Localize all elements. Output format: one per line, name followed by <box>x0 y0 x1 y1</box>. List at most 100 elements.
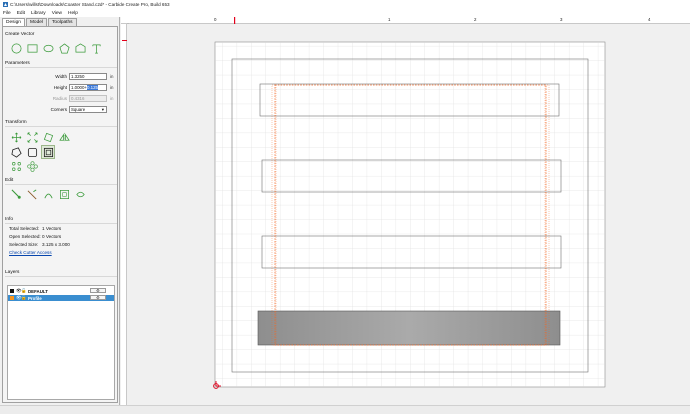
app-icon <box>3 2 8 7</box>
info-open-selected: Open Selected: 0 Vectors <box>9 234 61 239</box>
transform-tools-row-1 <box>9 130 73 144</box>
layer-color-swatch[interactable] <box>10 289 14 293</box>
panel-tabs: Design Model Toolpaths <box>2 18 78 26</box>
workspace-svg <box>122 17 606 389</box>
node-edit-icon <box>10 146 22 158</box>
menu-library[interactable]: Library <box>31 11 46 16</box>
info-value: 0 Vectors <box>42 234 62 239</box>
ellipse-icon <box>43 44 53 52</box>
boolean-icon <box>75 191 85 197</box>
menu-view[interactable]: View <box>52 11 62 16</box>
node-tool[interactable] <box>9 187 23 201</box>
transform-tools-row-3 <box>9 159 41 173</box>
width-unit: in <box>110 73 114 79</box>
status-bar <box>0 405 690 414</box>
divider <box>5 223 117 224</box>
chevron-down-icon: ▾ <box>101 106 104 112</box>
menu-bar: File Edit Library View Help <box>0 9 690 17</box>
layer-row-profile[interactable]: 👁 🔓 Profile ⚙ <box>8 295 114 301</box>
width-label: Width <box>55 73 67 79</box>
join-tool[interactable] <box>41 187 55 201</box>
rotate-tool[interactable] <box>41 130 55 144</box>
polygon-icon <box>58 42 70 53</box>
radius-unit: in <box>110 95 114 101</box>
layer-color-swatch[interactable] <box>10 296 14 300</box>
height-unit: in <box>110 84 114 90</box>
window-title: C:\Users\willst\Downloads\Coaster Stand.… <box>10 2 170 7</box>
align-tool[interactable] <box>41 145 55 159</box>
radius-field: 0.4316 <box>69 94 107 102</box>
menu-file[interactable]: File <box>3 11 11 16</box>
polygon-tool[interactable] <box>57 41 71 55</box>
create-vector-tools <box>9 41 105 55</box>
left-panel: Design Model Toolpaths Create Vector Par… <box>0 17 120 412</box>
gear-icon[interactable]: ⚙ <box>90 288 106 293</box>
text-tool[interactable] <box>89 41 103 55</box>
text-icon <box>91 43 101 53</box>
app-window: C:\Users\willst\Downloads\Coaster Stand.… <box>0 0 690 414</box>
info-key: Open Selected: <box>9 234 41 239</box>
corners-select[interactable]: Square ▾ <box>69 105 107 113</box>
circular-array-tool[interactable] <box>25 159 39 173</box>
pocket-toolpath-preview[interactable] <box>257 310 561 346</box>
circular-array-icon <box>26 160 38 172</box>
move-tool[interactable] <box>9 130 23 144</box>
width-row: Width 1.3250 in <box>3 72 119 80</box>
tab-model[interactable]: Model <box>25 18 48 26</box>
width-field[interactable]: 1.3250 <box>69 72 107 80</box>
unlock-icon[interactable]: 🔓 <box>21 288 26 294</box>
info-value: 1 Vectors <box>42 226 62 231</box>
dots-array-icon <box>11 161 21 171</box>
design-canvas[interactable]: 0 1 2 3 4 <box>121 17 690 405</box>
scale-icon <box>27 132 37 142</box>
trim-icon <box>27 189 36 199</box>
title-bar: C:\Users\willst\Downloads\Coaster Stand.… <box>0 0 690 9</box>
edit-tools <box>9 187 89 201</box>
layer-row-default[interactable]: 👁 🔓 DEFAULT ⚙ <box>8 288 114 294</box>
tab-toolpaths[interactable]: Toolpaths <box>48 18 77 26</box>
divider <box>5 276 117 277</box>
layer-name: DEFAULT <box>28 288 48 294</box>
boolean-tool[interactable] <box>73 187 87 201</box>
check-cutter-access-link[interactable]: Check Cutter Access <box>9 250 52 255</box>
layers-title: Layers <box>5 270 20 275</box>
radius-label: Radius <box>52 95 67 101</box>
info-value: 3.125 x 3.000 <box>42 242 70 247</box>
curve-tool[interactable] <box>73 41 87 55</box>
curve-icon <box>75 42 85 53</box>
mirror-icon <box>58 132 70 142</box>
height-field[interactable]: 1.0000+0.125 <box>69 83 107 91</box>
design-panel: Create Vector Parameters Width 1.3250 in… <box>2 26 118 403</box>
offset-tool[interactable] <box>57 187 71 201</box>
move-arrows-icon <box>11 132 21 142</box>
transform-tools-row-2 <box>9 145 57 159</box>
divider <box>5 184 117 185</box>
trim-tool[interactable] <box>25 187 39 201</box>
corners-label: Corners <box>50 106 67 112</box>
unlock-icon[interactable]: 🔓 <box>21 295 26 301</box>
node-edit-tool[interactable] <box>9 145 23 159</box>
circle-tool[interactable] <box>9 41 23 55</box>
menu-edit[interactable]: Edit <box>17 11 25 16</box>
array-tool[interactable] <box>9 159 23 173</box>
ruler-position-marker-left <box>122 40 127 41</box>
align-square-icon <box>43 147 53 157</box>
divider <box>5 126 117 127</box>
create-vector-title: Create Vector <box>5 32 35 37</box>
rotate-icon <box>43 132 53 142</box>
parameters-title: Parameters <box>5 61 30 66</box>
radius-row: Radius 0.4316 in <box>3 94 119 102</box>
menu-help[interactable]: Help <box>68 11 78 16</box>
corners-value: Square <box>71 106 86 112</box>
info-key: Selected Size: <box>9 242 39 247</box>
gear-icon[interactable]: ⚙ <box>90 295 106 300</box>
rounded-rect-tool[interactable] <box>25 145 39 159</box>
tab-design[interactable]: Design <box>2 18 25 26</box>
height-value-selection: 0.125 <box>87 84 98 90</box>
ellipse-tool[interactable] <box>41 41 55 55</box>
info-title: Info <box>5 217 14 222</box>
rectangle-tool[interactable] <box>25 41 39 55</box>
mirror-tool[interactable] <box>57 130 71 144</box>
scale-tool[interactable] <box>25 130 39 144</box>
height-value-text: 1.0000+ <box>71 84 87 90</box>
